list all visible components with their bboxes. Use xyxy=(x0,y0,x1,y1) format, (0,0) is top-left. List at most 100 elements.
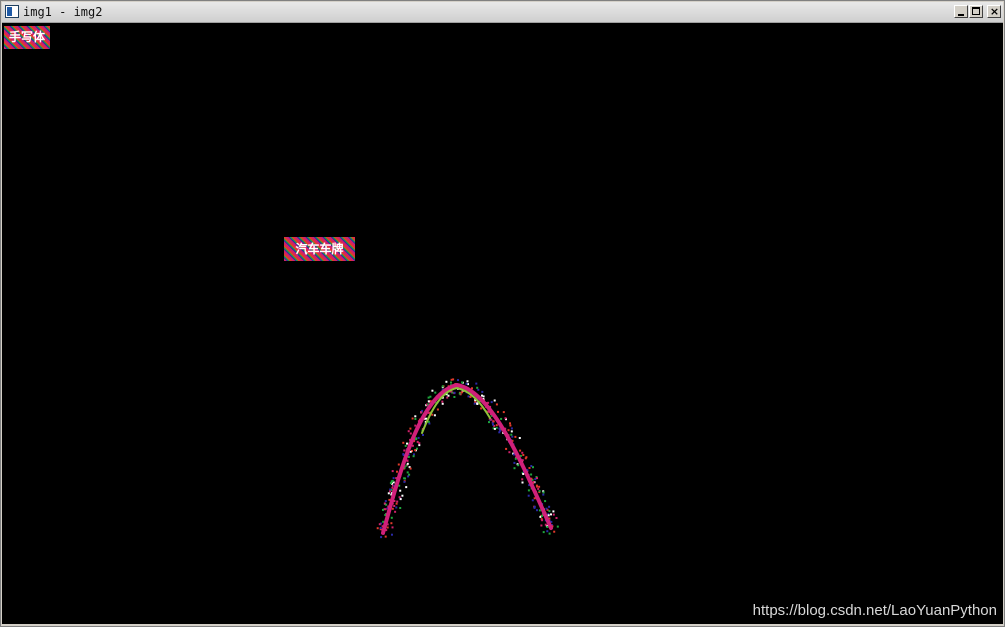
noise-pixel xyxy=(476,402,479,405)
noise-pixel xyxy=(391,470,394,473)
noise-pixel xyxy=(396,500,399,503)
noise-pixel xyxy=(508,451,511,454)
noise-pixel xyxy=(509,422,511,425)
noise-pixel xyxy=(389,482,392,485)
noise-pixel xyxy=(420,411,423,414)
noise-pixel xyxy=(414,415,417,418)
noise-pixel xyxy=(384,500,387,503)
noise-pixel xyxy=(493,399,496,402)
noise-pixel xyxy=(404,444,407,447)
noise-pixel xyxy=(536,485,538,488)
noise-pixel xyxy=(380,536,383,539)
noise-pixel xyxy=(475,382,478,385)
noise-pixel xyxy=(492,420,495,423)
noise-pixel xyxy=(542,531,545,534)
noise-pixel xyxy=(386,526,389,529)
noise-pixel xyxy=(450,381,452,384)
noise-pixel xyxy=(431,389,434,392)
noise-pixel xyxy=(538,485,541,488)
minimize-icon xyxy=(958,14,964,16)
noise-pixel xyxy=(391,526,394,529)
noise-pixel xyxy=(403,449,406,452)
title-bar[interactable]: img1 - img2 × xyxy=(2,2,1003,23)
noise-pixel xyxy=(445,380,448,383)
noise-pixel xyxy=(550,513,552,516)
noise-pixel xyxy=(519,449,522,452)
noise-pixel xyxy=(544,523,547,526)
noise-pixel xyxy=(406,442,408,445)
noise-pixel xyxy=(465,382,468,385)
noise-pixel xyxy=(542,491,545,494)
app-window: img1 - img2 × 手写体 汽车车牌 https://blog.csdn… xyxy=(0,0,1005,627)
noise-pixel xyxy=(527,494,530,497)
noise-pixel xyxy=(536,477,538,480)
noise-pixel xyxy=(447,394,450,397)
noise-pixel xyxy=(546,530,549,533)
noise-pixel xyxy=(509,424,512,427)
noise-pixel xyxy=(511,435,514,438)
noise-pixel xyxy=(538,509,541,512)
close-button[interactable]: × xyxy=(987,5,1001,18)
window-app-icon[interactable] xyxy=(5,5,19,18)
noise-pixel xyxy=(521,451,524,454)
minimize-button[interactable] xyxy=(954,5,968,18)
noise-pixel xyxy=(500,417,503,420)
noise-pixel xyxy=(542,493,545,496)
noise-pixel xyxy=(434,391,437,394)
noise-pixel xyxy=(401,494,404,497)
noise-pixel xyxy=(553,530,556,533)
noise-pixel xyxy=(510,430,513,433)
noise-pixel xyxy=(510,427,513,430)
noise-pixel xyxy=(399,489,402,492)
noise-pixel xyxy=(480,407,483,410)
noise-pixel xyxy=(413,453,415,456)
noise-pixel xyxy=(376,527,379,530)
noise-pixel xyxy=(467,395,470,398)
noise-pixel xyxy=(525,456,528,459)
arc-curve-highlight xyxy=(421,386,491,434)
noise-pixel xyxy=(517,464,520,467)
noise-pixel xyxy=(453,391,456,394)
noise-pixel xyxy=(537,487,540,490)
noise-pixel xyxy=(510,433,513,436)
maximize-icon xyxy=(972,7,980,15)
noise-pixel xyxy=(481,394,483,397)
noise-pixel xyxy=(387,492,390,495)
noise-pixel xyxy=(378,523,381,526)
noise-pixel xyxy=(396,470,398,473)
noise-pixel xyxy=(395,502,398,505)
noise-pixel xyxy=(408,473,411,476)
noise-pixel xyxy=(389,490,392,493)
noise-pixel xyxy=(532,466,534,469)
noise-pixel xyxy=(402,441,405,444)
noise-pixel xyxy=(540,524,543,527)
noise-pixel xyxy=(497,410,499,413)
noise-pixel xyxy=(391,533,393,536)
noise-pixel xyxy=(555,517,558,519)
noise-pixel xyxy=(409,432,412,435)
noise-pixel xyxy=(546,526,549,528)
noise-pixel xyxy=(384,508,387,511)
noise-pixel xyxy=(527,489,530,492)
noise-pixel xyxy=(544,500,547,503)
noise-pixel xyxy=(493,427,496,430)
noise-pixel xyxy=(409,467,412,470)
noise-pixel xyxy=(382,508,384,511)
noise-pixel xyxy=(441,402,444,405)
noise-pixel xyxy=(498,431,501,434)
watermark-text: https://blog.csdn.net/LaoYuanPython xyxy=(752,602,997,619)
noise-pixel xyxy=(536,509,538,512)
noise-pixel xyxy=(528,467,531,469)
noise-pixel xyxy=(405,486,408,489)
maximize-button[interactable] xyxy=(969,5,983,18)
noise-pixel xyxy=(379,527,382,529)
noise-pixel xyxy=(429,395,432,398)
noise-pixel xyxy=(441,400,444,403)
noise-pixel xyxy=(548,510,551,513)
noise-pixel xyxy=(477,388,480,391)
noise-pixel xyxy=(390,516,393,519)
noise-pixel xyxy=(389,488,392,491)
noise-pixel xyxy=(414,424,417,427)
noise-pixel xyxy=(492,423,494,426)
noise-pixel xyxy=(453,396,456,398)
